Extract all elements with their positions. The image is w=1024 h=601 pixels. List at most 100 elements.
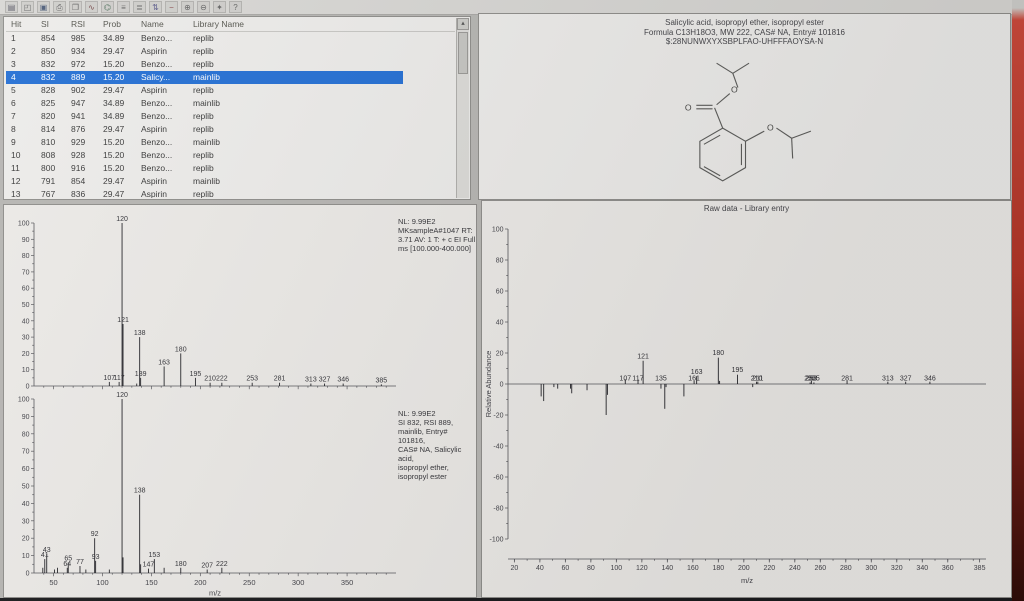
svg-text:160: 160 [687,565,699,572]
cell-hit: 6 [6,97,36,110]
cell-name: Salicy... [136,71,188,84]
spectrum-icon[interactable]: ∿ [85,1,98,13]
svg-text:-100: -100 [489,537,503,544]
table-row[interactable]: 1376783629.47Aspirinreplib [6,188,455,198]
svg-text:40: 40 [22,501,30,508]
svg-text:327: 327 [319,377,331,384]
table-row[interactable]: 1080892815.20Benzo...replib [6,149,455,162]
svg-text:0: 0 [26,384,30,391]
svg-text:180: 180 [712,350,724,357]
column-header[interactable]: Hit [6,18,36,31]
cell-library: replib [188,84,403,97]
svg-text:0: 0 [26,571,30,578]
cell-library: replib [188,162,403,175]
table-row[interactable]: 185498534.89Benzo...replib [6,32,455,45]
table-row[interactable]: 582890229.47Aspirinreplib [6,84,455,97]
cell-prob: 34.89 [98,110,136,123]
cell-hit: 12 [6,175,36,188]
svg-text:300: 300 [865,565,877,572]
column-header[interactable]: Name [136,18,188,31]
molecule-structure: O O O [640,51,850,193]
svg-text:100: 100 [18,221,30,228]
cell-si: 767 [36,188,66,198]
compound-inchikey: $:28NUNWXYXSBPLFAO-UHFFFAOYSA-N [479,37,1010,47]
table-row[interactable]: 383297215.20Benzo...replib [6,58,455,71]
table-row[interactable]: 682594734.89Benzo...mainlib [6,97,455,110]
subtract-icon[interactable]: − [165,1,178,13]
table-row[interactable]: 981092915.20Benzo...mainlib [6,136,455,149]
difference-chart: -100-80-60-40-20020406080100204060801001… [482,213,1011,597]
column-header[interactable]: SI [36,18,66,31]
svg-text:121: 121 [117,317,129,324]
svg-text:100: 100 [18,397,30,404]
compare-icon[interactable]: ⇅ [149,1,162,13]
zoom-in-icon[interactable]: ⊕ [181,1,194,13]
open-library-icon[interactable]: ◰ [21,1,34,13]
table-row[interactable]: 1279185429.47Aspirinmainlib [6,175,455,188]
svg-text:161: 161 [688,376,700,383]
structure-icon[interactable]: ⌬ [101,1,114,13]
svg-text:43: 43 [43,547,51,554]
column-header[interactable]: Library Name [188,18,403,31]
svg-text:20: 20 [22,536,30,543]
print-icon[interactable]: ⎙ [53,1,66,13]
table-row[interactable]: 483288915.20Salicy...mainlib [6,71,403,84]
svg-text:195: 195 [190,371,202,378]
hit-list-icon[interactable]: ≡ [117,1,130,13]
table-row[interactable]: 285093429.47Aspirinreplib [6,45,455,58]
svg-text:150: 150 [145,578,158,587]
scroll-up-button[interactable]: ▴ [457,18,469,30]
tools-icon[interactable]: ✦ [213,1,226,13]
svg-text:250: 250 [243,578,256,587]
table-row[interactable]: 881487629.47Aspirinreplib [6,123,455,136]
table-row[interactable]: 1180091615.20Benzo...replib [6,162,455,175]
cell-prob: 34.89 [98,97,136,110]
cell-si: 791 [36,175,66,188]
names-list-icon[interactable]: ≣ [133,1,146,13]
cell-si: 832 [36,58,66,71]
cell-name: Aspirin [136,45,188,58]
spectra-panel: 0102030405060708090100107117120121138139… [3,204,477,598]
cell-hit: 10 [6,149,36,162]
cell-prob: 15.20 [98,136,136,149]
svg-text:100: 100 [492,227,504,234]
compound-formula: Formula C13H18O3, MW 222, CAS# NA, Entry… [479,28,1010,38]
svg-text:120: 120 [636,565,648,572]
cell-library: replib [188,123,403,136]
svg-text:200: 200 [194,578,207,587]
zoom-out-icon[interactable]: ⊖ [197,1,210,13]
table-row[interactable]: 782094134.89Benzo...replib [6,110,455,123]
cell-rsi: 836 [66,188,98,198]
cell-rsi: 928 [66,149,98,162]
svg-text:255: 255 [808,376,820,383]
hit-list-scrollbar[interactable]: ▴ [456,18,469,198]
help-icon[interactable]: ? [229,1,242,13]
save-icon[interactable]: ▣ [37,1,50,13]
cell-si: 810 [36,136,66,149]
cell-name: Benzo... [136,58,188,71]
svg-text:385: 385 [375,377,387,384]
column-header[interactable]: RSI [66,18,98,31]
svg-text:140: 140 [661,565,673,572]
ether-oxygen-label: O [767,122,774,132]
difference-title: Raw data - Library entry [482,204,1011,213]
cell-library: replib [188,110,403,123]
svg-text:210: 210 [204,376,216,383]
cell-si: 832 [36,71,66,84]
svg-text:20: 20 [22,351,30,358]
carbonyl-oxygen-label: O [684,102,691,112]
copy-icon[interactable]: ❐ [69,1,82,13]
svg-text:350: 350 [341,578,354,587]
cell-rsi: 854 [66,175,98,188]
svg-text:138: 138 [134,330,146,337]
clipboard-icon[interactable]: ▤ [5,1,18,13]
svg-text:70: 70 [22,449,30,456]
hit-table-header: HitSIRSIProbNameLibrary Name [6,18,455,32]
cell-si: 808 [36,149,66,162]
scroll-thumb[interactable] [458,32,468,74]
svg-text:147: 147 [143,562,155,569]
column-header[interactable]: Prob [98,18,136,31]
cell-name: Benzo... [136,110,188,123]
svg-text:80: 80 [496,258,504,265]
svg-text:222: 222 [216,376,228,383]
